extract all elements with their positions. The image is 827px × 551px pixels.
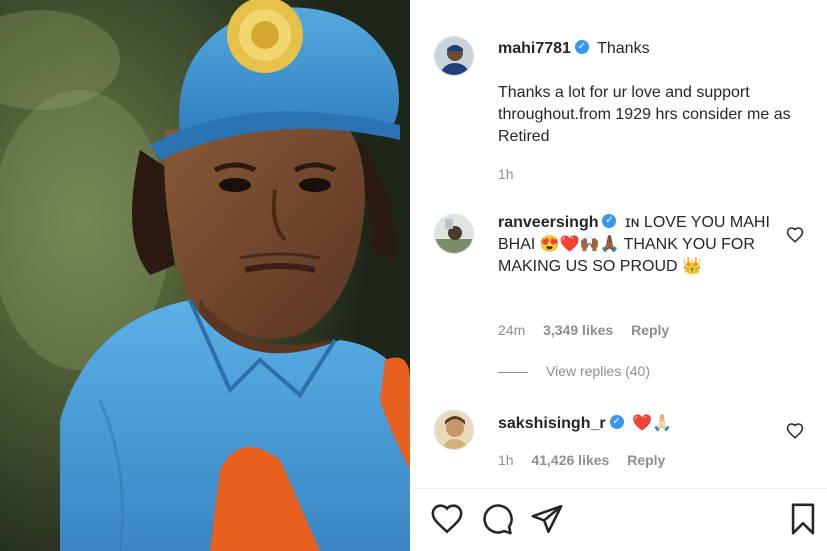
instagram-post-view: mahi7781 ✓ Thanks Thanks a lot for ur lov…	[0, 0, 827, 551]
view-replies-button[interactable]: View replies (40)	[498, 363, 650, 379]
post-headline: Thanks	[597, 40, 650, 57]
post-photo[interactable]	[0, 0, 410, 551]
verified-badge-icon: ✓	[574, 39, 589, 54]
comment-time[interactable]: 1h	[498, 452, 514, 468]
heart-icon[interactable]	[430, 502, 464, 536]
post-detail-panel: mahi7781 ✓ Thanks Thanks a lot for ur lov…	[412, 0, 827, 551]
comment-likes[interactable]: 41,426 likes	[531, 452, 609, 468]
comment-username[interactable]: sakshisingh_r	[498, 415, 606, 432]
replies-divider-line	[498, 371, 528, 373]
avatar-sakshisingh[interactable]	[434, 410, 474, 450]
comment-time[interactable]: 24m	[498, 322, 525, 338]
comment-bubble-icon[interactable]	[480, 502, 514, 536]
reply-button[interactable]: Reply	[631, 322, 669, 338]
avatar-image	[435, 411, 473, 449]
post-action-bar	[430, 502, 822, 538]
verified-badge-icon: ✓	[609, 414, 624, 429]
avatar-ranveersingh[interactable]	[434, 214, 474, 254]
verified-badge-icon: ✓	[602, 213, 617, 228]
comment-username[interactable]: ranveersingh	[498, 214, 598, 231]
comment-body: ranveersingh ✓ ɪɴ LOVE YOU MAHI BHAI 😍❤️🙌…	[498, 212, 788, 278]
post-header-line: mahi7781 ✓ Thanks	[498, 38, 650, 60]
comment-like-heart-icon[interactable]	[786, 422, 804, 440]
post-caption: Thanks a lot for ur love and support thr…	[498, 84, 791, 145]
actions-divider	[412, 488, 827, 489]
avatar-image	[435, 215, 473, 253]
view-replies-label: View replies (40)	[546, 363, 651, 379]
post-time[interactable]: 1h	[498, 166, 514, 182]
paper-plane-icon[interactable]	[530, 502, 564, 536]
cricketer-photo-illustration	[0, 0, 410, 551]
avatar-mahi7781[interactable]	[434, 36, 474, 76]
post-username[interactable]: mahi7781	[498, 40, 571, 57]
comment-like-heart-icon[interactable]	[786, 226, 804, 244]
bookmark-icon[interactable]	[786, 502, 820, 536]
comment-meta: 24m 3,349 likes Reply	[498, 322, 683, 338]
comment-text: ❤️🙏🏻	[632, 415, 672, 432]
comment-body: sakshisingh_r ✓ ❤️🙏🏻	[498, 413, 788, 435]
comment-meta: 1h 41,426 likes Reply	[498, 452, 679, 468]
avatar-image	[435, 37, 473, 75]
reply-button[interactable]: Reply	[627, 452, 665, 468]
comment-likes[interactable]: 3,349 likes	[543, 322, 613, 338]
